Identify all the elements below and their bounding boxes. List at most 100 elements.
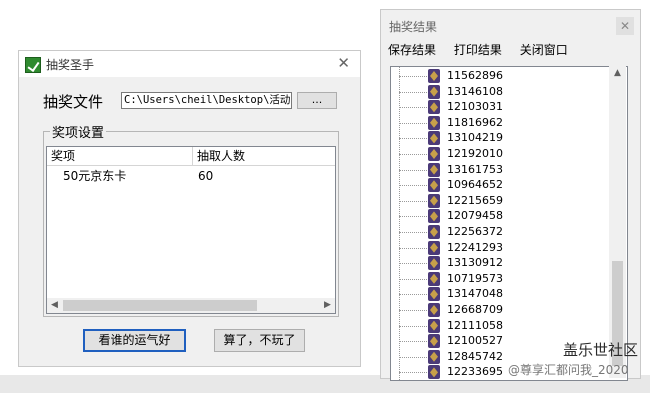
result-item-label: 12845742: [447, 349, 503, 363]
group-title: 奖项设置: [50, 122, 107, 141]
horizontal-scrollbar[interactable]: ◀ ▶: [47, 298, 335, 313]
tree-connector: [399, 372, 429, 374]
result-item-icon: [428, 209, 440, 224]
scroll-thumb[interactable]: [63, 300, 257, 311]
result-item-label: 12103031: [447, 100, 503, 114]
result-item-icon: [428, 100, 440, 115]
result-item[interactable]: 13130912: [391, 255, 611, 271]
result-item-icon: [428, 225, 440, 239]
column-header-count[interactable]: 抽取人数: [193, 147, 335, 165]
tree-connector: [399, 154, 429, 155]
file-label: 抽奖文件: [43, 93, 104, 111]
result-item-icon: [428, 318, 440, 333]
vertical-scrollbar[interactable]: ▲: [609, 66, 626, 378]
result-item-label: 11816962: [447, 115, 503, 129]
app-icon: [25, 57, 41, 73]
result-item-icon: [428, 349, 440, 364]
tree-connector: [399, 247, 429, 249]
tree-connector: [399, 356, 429, 358]
tree-connector: [399, 76, 429, 77]
prize-cell: 50元京东卡: [63, 169, 127, 183]
lottery-window: 抽奖圣手 ✕ 抽奖文件 C:\Users\cheil\Desktop\活动\抽 …: [18, 50, 361, 367]
result-item[interactable]: 13104219: [391, 130, 611, 146]
result-item[interactable]: 13161753: [391, 162, 611, 178]
tree-connector: [399, 91, 429, 93]
result-item-label: 12100527: [447, 334, 503, 348]
result-item-label: 12233695: [447, 365, 503, 379]
watermark-user: @尊享汇都问我_2020: [508, 363, 629, 377]
lucky-draw-button[interactable]: 看谁的运气好: [83, 329, 186, 352]
result-item-icon: [428, 256, 440, 271]
result-item[interactable]: 12111058: [391, 318, 611, 334]
result-item-icon: [428, 193, 440, 208]
result-item-label: 12668709: [447, 303, 503, 316]
result-item[interactable]: 12103031: [391, 99, 611, 115]
browse-button[interactable]: ...: [297, 92, 337, 109]
results-window: 抽奖结果 ✕ 保存结果 打印结果 关闭窗口 11562896 13146108 12…: [380, 9, 641, 381]
result-item[interactable]: 11816962: [391, 115, 611, 131]
result-item[interactable]: 13147048: [391, 286, 611, 302]
tree-connector: [399, 169, 429, 171]
result-item-icon: [428, 287, 440, 302]
menu-save[interactable]: 保存结果: [388, 43, 436, 57]
column-header-prize[interactable]: 奖项: [47, 147, 193, 165]
result-item-icon: [428, 271, 440, 286]
list-row[interactable]: 50元京东卡 60: [47, 167, 335, 185]
title-bar: 抽奖圣手 ✕: [19, 51, 360, 77]
result-item-label: 13104219: [447, 131, 503, 145]
menu-print[interactable]: 打印结果: [454, 43, 502, 57]
tree-connector: [399, 200, 429, 202]
result-item-icon: [428, 147, 440, 161]
result-item-label: 12192010: [447, 147, 503, 160]
tree-connector: [399, 185, 429, 187]
result-item[interactable]: 11562896: [391, 68, 611, 84]
result-item-icon: [428, 240, 440, 255]
result-item[interactable]: 12192010: [391, 146, 611, 162]
result-item-icon: [428, 303, 440, 317]
prize-list: 奖项 抽取人数 50元京东卡 60 ◀ ▶: [46, 146, 336, 314]
tree-connector: [399, 341, 429, 343]
result-item-label: 13146108: [447, 84, 503, 98]
watermark-site: 盖乐世社区: [563, 341, 639, 359]
result-item-label: 10964652: [447, 178, 503, 192]
result-item-label: 12215659: [447, 193, 503, 207]
close-icon[interactable]: ✕: [337, 54, 350, 72]
result-item-label: 13147048: [447, 287, 503, 301]
result-item-label: 12241293: [447, 240, 503, 254]
tree-connector: [399, 107, 429, 109]
tree-connector: [399, 232, 429, 233]
result-item[interactable]: 12241293: [391, 240, 611, 256]
result-item-label: 12111058: [447, 318, 503, 332]
quit-button[interactable]: 算了，不玩了: [214, 329, 305, 352]
result-item-label: 13130912: [447, 256, 503, 270]
close-icon[interactable]: ✕: [616, 17, 634, 35]
result-item-icon: [428, 69, 440, 83]
result-item-icon: [428, 131, 440, 146]
result-item-label: 10719573: [447, 271, 503, 285]
tree-connector: [399, 294, 429, 296]
results-menu: 保存结果 打印结果 关闭窗口: [388, 41, 582, 58]
window-title: 抽奖圣手: [46, 58, 95, 72]
result-item-label: 12256372: [447, 225, 503, 238]
result-item[interactable]: 12079458: [391, 208, 611, 224]
result-item-icon: [428, 162, 440, 177]
tree-connector: [399, 138, 429, 140]
result-item[interactable]: 12668709: [391, 302, 611, 318]
menu-close[interactable]: 关闭窗口: [520, 43, 568, 57]
result-item-icon: [428, 178, 440, 193]
result-item[interactable]: 10719573: [391, 271, 611, 287]
result-item[interactable]: 12256372: [391, 224, 611, 240]
result-item-icon: [428, 115, 440, 130]
result-item-icon: [428, 84, 440, 99]
results-tree: 11562896 13146108 12103031 11816962 13104219…: [390, 66, 628, 381]
result-item[interactable]: 13146108: [391, 84, 611, 100]
tree-connector: [399, 325, 429, 327]
scroll-right-icon[interactable]: ▶: [320, 298, 335, 313]
result-item[interactable]: 10964652: [391, 177, 611, 193]
scroll-up-icon[interactable]: ▲: [609, 66, 626, 81]
result-item-icon: [428, 365, 440, 380]
scroll-left-icon[interactable]: ◀: [47, 298, 62, 313]
file-path-field[interactable]: C:\Users\cheil\Desktop\活动\抽: [121, 92, 292, 109]
list-header: 奖项 抽取人数: [47, 147, 335, 166]
result-item[interactable]: 12215659: [391, 193, 611, 209]
